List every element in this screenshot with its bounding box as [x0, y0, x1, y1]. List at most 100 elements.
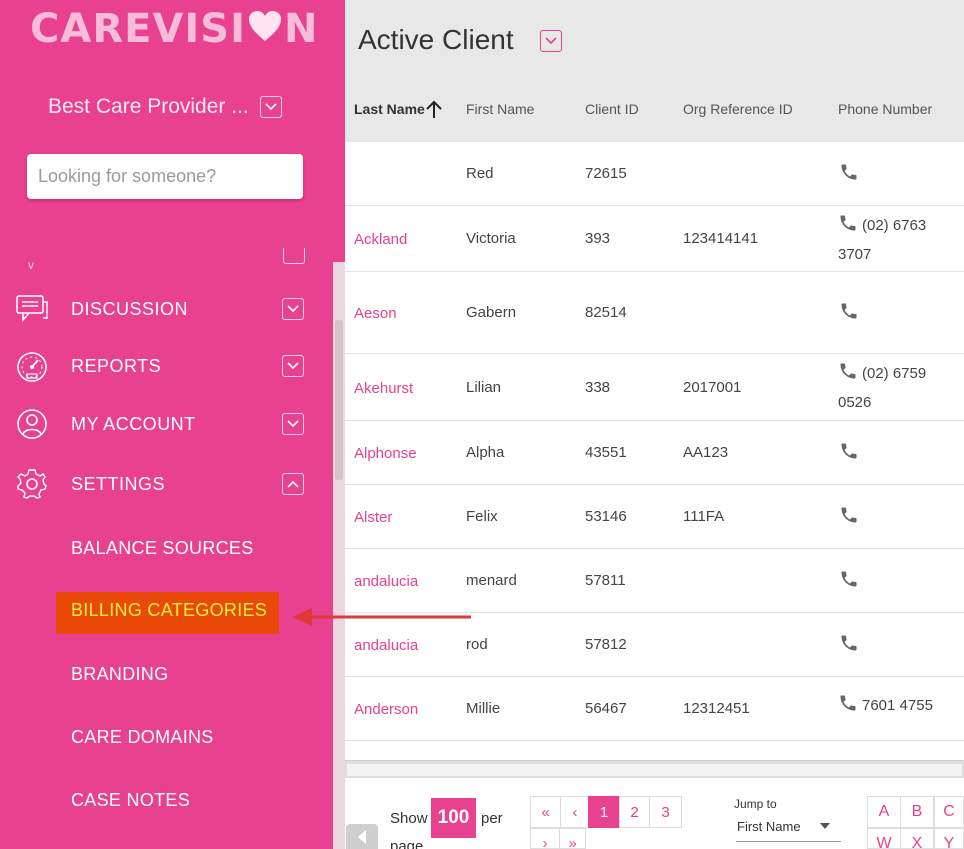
- sort-ascending-icon[interactable]: [425, 99, 443, 124]
- next-page-button[interactable]: ›: [530, 828, 560, 849]
- alpha-filter-button[interactable]: W: [867, 828, 901, 849]
- cell-last-name[interactable]: andalucia: [354, 573, 418, 590]
- phone-icon[interactable]: [839, 569, 859, 594]
- discussion-icon: [14, 291, 50, 327]
- cell-client-id: 72615: [585, 165, 627, 182]
- phone-icon[interactable]: [839, 162, 859, 187]
- nav-my-account[interactable]: MY ACCOUNT: [0, 402, 330, 446]
- page-button[interactable]: 3: [649, 796, 682, 828]
- sidebar-scroll-thumb[interactable]: [335, 320, 343, 480]
- cell-phone[interactable]: (02) 6763 3707: [838, 213, 958, 268]
- alpha-filter-button[interactable]: B: [900, 796, 934, 828]
- cell-client-id: 338: [585, 379, 611, 396]
- nav-discussion-label: DISCUSSION: [71, 298, 189, 319]
- cell-first-name: Lilian: [466, 379, 502, 396]
- sub-billing-categories[interactable]: BILLING CATEGORIES: [56, 592, 279, 634]
- phone-line-1: (02) 6759: [862, 365, 927, 382]
- cell-last-name[interactable]: Alster: [354, 509, 392, 526]
- title-dropdown-chevron-icon[interactable]: [540, 30, 562, 52]
- cell-client-id: 43551: [585, 444, 627, 461]
- cell-last-name[interactable]: andalucia: [354, 637, 418, 654]
- column-header-first-name[interactable]: First Name: [466, 101, 534, 117]
- table-row[interactable]: andalucia menard 57811: [345, 549, 964, 613]
- alpha-filter-button[interactable]: X: [900, 828, 934, 849]
- partial-chevron-icon[interactable]: [283, 248, 305, 264]
- logo-text-end: N: [283, 6, 319, 52]
- cell-first-name: Felix: [466, 508, 498, 525]
- sub-branding[interactable]: BRANDING: [71, 664, 168, 685]
- nav-discussion[interactable]: DISCUSSION: [0, 287, 330, 331]
- table-row[interactable]: Ackland Victoria 393 123414141 (02) 6763…: [345, 206, 964, 272]
- phone-icon: [838, 213, 862, 242]
- table-row[interactable]: andalucia rod 57812: [345, 613, 964, 677]
- cell-client-id: 57812: [585, 636, 627, 653]
- table-row[interactable]: Aeson Gabern 82514: [345, 272, 964, 354]
- cell-phone[interactable]: 7601 4755: [838, 693, 958, 722]
- cell-first-name: rod: [466, 636, 488, 653]
- column-header-phone[interactable]: Phone Number: [838, 101, 932, 117]
- horizontal-scroll-thumb[interactable]: [347, 764, 962, 776]
- page-size-select[interactable]: 100: [431, 798, 476, 838]
- last-page-button[interactable]: »: [559, 828, 586, 849]
- phone-icon[interactable]: [839, 441, 859, 466]
- page-button[interactable]: 2: [619, 796, 650, 828]
- alpha-filter-button[interactable]: A: [867, 796, 901, 828]
- chevron-down-icon[interactable]: [282, 355, 304, 377]
- per-label: per: [481, 810, 503, 827]
- phone-icon: [838, 361, 862, 390]
- table-row[interactable]: Akehurst Lilian 338 2017001 (02) 6759 052…: [345, 354, 964, 421]
- cell-last-name[interactable]: Akehurst: [354, 380, 413, 397]
- alpha-filter-button[interactable]: Y: [934, 828, 964, 849]
- chevron-down-icon[interactable]: [282, 298, 304, 320]
- first-page-button[interactable]: «: [530, 796, 561, 828]
- page-label: page: [390, 838, 424, 849]
- nav-settings[interactable]: SETTINGS: [0, 462, 330, 506]
- phone-icon[interactable]: [839, 505, 859, 530]
- sub-care-domains[interactable]: CARE DOMAINS: [71, 727, 214, 748]
- chevron-down-icon[interactable]: [282, 413, 304, 435]
- provider-name[interactable]: Best Care Provider ...: [48, 92, 249, 122]
- cell-phone[interactable]: (02) 6759 0526: [838, 361, 958, 416]
- horizontal-scrollbar[interactable]: [345, 760, 964, 778]
- sub-billing-categories-label: BILLING CATEGORIES: [71, 600, 268, 620]
- provider-dropdown-chevron-icon[interactable]: [260, 96, 282, 118]
- logo-text-start: CAREVISI: [30, 6, 246, 52]
- jump-to-label: Jump to: [734, 797, 777, 811]
- alpha-filter-button[interactable]: C: [934, 796, 964, 828]
- table-row[interactable]: Anderson Millie 56467 12312451 7601 4755: [345, 677, 964, 741]
- nav-reports[interactable]: REPORTS: [0, 344, 330, 388]
- cell-client-id: 56467: [585, 700, 627, 717]
- column-header-last-name[interactable]: Last Name: [354, 101, 425, 117]
- sub-balance-sources[interactable]: BALANCE SOURCES: [71, 538, 254, 559]
- table-row[interactable]: Alphonse Alpha 43551 AA123: [345, 421, 964, 485]
- column-header-org-ref-id[interactable]: Org Reference ID: [683, 101, 793, 117]
- page-title: Active Client: [358, 24, 514, 55]
- jump-to-select[interactable]: First Name: [736, 818, 841, 842]
- cell-client-id: 82514: [585, 304, 627, 321]
- cell-last-name[interactable]: Aeson: [354, 305, 397, 322]
- sub-case-notes[interactable]: CASE NOTES: [71, 790, 190, 811]
- collapse-sidebar-button[interactable]: [346, 824, 378, 849]
- cell-last-name[interactable]: Alphonse: [354, 445, 417, 462]
- prev-page-button[interactable]: ‹: [560, 796, 590, 828]
- page-button[interactable]: 1: [588, 796, 620, 828]
- cell-client-id: 57811: [585, 572, 626, 589]
- cell-org-ref-id: 123414141: [683, 230, 759, 247]
- user-icon: [14, 406, 50, 442]
- phone-icon: [838, 693, 862, 722]
- cell-last-name[interactable]: Anderson: [354, 701, 418, 718]
- search-input[interactable]: [27, 154, 303, 199]
- heart-icon: [248, 6, 282, 52]
- phone-icon[interactable]: [839, 633, 859, 658]
- cell-org-ref-id: AA123: [683, 444, 729, 461]
- table-row[interactable]: Red 72615: [345, 142, 964, 206]
- cell-last-name[interactable]: Ackland: [354, 231, 407, 248]
- table-row[interactable]: Alster Felix 53146 111FA: [345, 485, 964, 549]
- column-header-client-id[interactable]: Client ID: [585, 101, 639, 117]
- phone-line-1: (02) 6763: [862, 217, 927, 234]
- phone-icon[interactable]: [839, 301, 859, 326]
- chevron-up-icon[interactable]: [282, 473, 304, 495]
- sidebar: CAREVISI N Best Care Provider ... v DISC…: [0, 0, 345, 849]
- phone-line-2: 0526: [838, 394, 872, 411]
- carevision-logo[interactable]: CAREVISI N: [30, 4, 318, 54]
